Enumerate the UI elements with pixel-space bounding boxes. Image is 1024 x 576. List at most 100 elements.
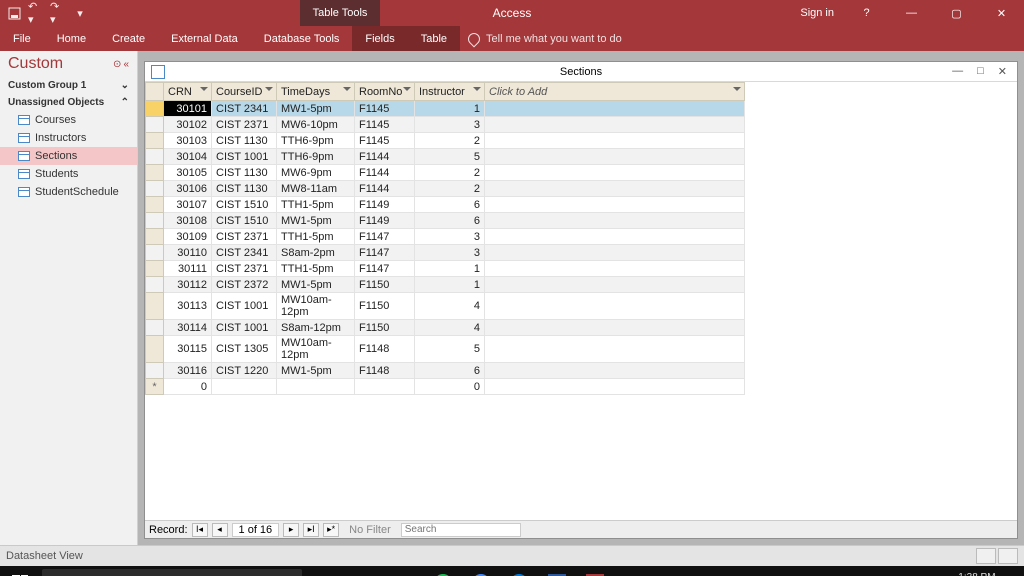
row-selector[interactable] (146, 181, 164, 197)
cell-crn[interactable]: 30101 (164, 101, 212, 117)
row-selector[interactable] (146, 213, 164, 229)
cell-cid[interactable]: CIST 2371 (212, 261, 277, 277)
next-record-button[interactable]: ▸ (283, 523, 299, 537)
dropdown-icon[interactable]: ⊙ (113, 59, 121, 70)
start-button[interactable] (0, 566, 40, 576)
cell-instructor[interactable]: 6 (415, 213, 485, 229)
nav-item-students[interactable]: Students (0, 165, 137, 183)
row-selector[interactable] (146, 117, 164, 133)
cell-instructor[interactable]: 6 (415, 197, 485, 213)
cell-room[interactable]: F1145 (355, 101, 415, 117)
save-icon[interactable] (6, 5, 22, 21)
cell-crn[interactable]: 30115 (164, 336, 212, 363)
table-row[interactable]: 30101CIST 2341MW1-5pmF11451 (146, 101, 745, 117)
ribbon-tab-database-tools[interactable]: Database Tools (251, 26, 353, 51)
row-selector[interactable] (146, 133, 164, 149)
taskbar-search[interactable]: Type here to search (42, 569, 302, 576)
cell-room[interactable]: F1149 (355, 213, 415, 229)
redo-icon[interactable]: ↷ ▾ (50, 5, 66, 21)
cell-empty[interactable] (485, 320, 745, 336)
cell-crn[interactable]: 30111 (164, 261, 212, 277)
access-icon[interactable]: A (576, 566, 614, 576)
cell-empty[interactable] (485, 261, 745, 277)
cell-crn[interactable]: 30108 (164, 213, 212, 229)
nav-item-instructors[interactable]: Instructors (0, 129, 137, 147)
cell-room[interactable]: F1147 (355, 261, 415, 277)
cell-cid[interactable]: CIST 2341 (212, 101, 277, 117)
cell-empty[interactable] (485, 165, 745, 181)
column-header-courseid[interactable]: CourseID (212, 83, 277, 101)
cell-td[interactable]: MW6-10pm (277, 117, 355, 133)
table-row[interactable]: 30102CIST 2371MW6-10pmF11453 (146, 117, 745, 133)
cell-room[interactable]: F1150 (355, 277, 415, 293)
select-all-cell[interactable] (146, 83, 164, 101)
table-row[interactable]: 30108CIST 1510MW1-5pmF11496 (146, 213, 745, 229)
table-row[interactable]: 30111CIST 2371TTH1-5pmF11471 (146, 261, 745, 277)
word-icon[interactable]: W (538, 566, 576, 576)
cell-cid[interactable]: CIST 1220 (212, 363, 277, 379)
nav-item-sections[interactable]: Sections (0, 147, 137, 165)
cell-instructor[interactable]: 3 (415, 117, 485, 133)
cell-empty[interactable] (485, 197, 745, 213)
cell-crn[interactable]: 0 (164, 379, 212, 395)
cell-empty[interactable] (485, 336, 745, 363)
cell-instructor[interactable]: 6 (415, 363, 485, 379)
cell-empty[interactable] (485, 101, 745, 117)
cell-crn[interactable]: 30103 (164, 133, 212, 149)
cell-room[interactable]: F1147 (355, 229, 415, 245)
row-selector[interactable] (146, 320, 164, 336)
cell-cid[interactable]: CIST 1001 (212, 320, 277, 336)
cell-crn[interactable]: 30109 (164, 229, 212, 245)
cell-instructor[interactable]: 2 (415, 181, 485, 197)
explorer-icon[interactable]: 📁 (386, 566, 424, 576)
column-header-crn[interactable]: CRN (164, 83, 212, 101)
cell-instructor[interactable]: 1 (415, 261, 485, 277)
cell-empty[interactable] (485, 213, 745, 229)
close-icon[interactable]: ✕ (979, 0, 1024, 26)
dropdown-icon[interactable] (403, 87, 411, 91)
cell-crn[interactable]: 30110 (164, 245, 212, 261)
dropdown-icon[interactable] (200, 87, 208, 91)
dropdown-icon[interactable] (473, 87, 481, 91)
cell-instructor[interactable]: 4 (415, 320, 485, 336)
nav-item-studentschedule[interactable]: StudentSchedule (0, 183, 137, 201)
row-selector[interactable] (146, 229, 164, 245)
cell-instructor[interactable]: 1 (415, 277, 485, 293)
cell-td[interactable]: TTH1-5pm (277, 261, 355, 277)
dropdown-icon[interactable] (343, 87, 351, 91)
cell-cid[interactable]: CIST 1510 (212, 213, 277, 229)
cell-room[interactable]: F1144 (355, 165, 415, 181)
minimize-icon[interactable]: — (889, 0, 934, 26)
table-row[interactable]: 30107CIST 1510TTH1-5pmF11496 (146, 197, 745, 213)
nav-group[interactable]: Custom Group 1⌄ (0, 77, 137, 94)
row-selector[interactable] (146, 165, 164, 181)
column-header-instructor[interactable]: Instructor (415, 83, 485, 101)
mic-icon[interactable]: 🎤 (310, 566, 348, 576)
row-selector[interactable] (146, 293, 164, 320)
cell-room[interactable]: F1148 (355, 336, 415, 363)
cell-crn[interactable]: 30114 (164, 320, 212, 336)
cell-empty[interactable] (485, 363, 745, 379)
cell-empty[interactable] (485, 149, 745, 165)
cell-td[interactable]: S8am-12pm (277, 320, 355, 336)
taskview-icon[interactable]: ⧉ (348, 566, 386, 576)
cell-crn[interactable]: 30112 (164, 277, 212, 293)
row-selector[interactable] (146, 149, 164, 165)
cell-td[interactable]: TTH1-5pm (277, 197, 355, 213)
nav-header[interactable]: Custom⊙« (0, 51, 137, 77)
table-row[interactable]: 30113CIST 1001MW10am-12pmF11504 (146, 293, 745, 320)
cell-cid[interactable]: CIST 1130 (212, 165, 277, 181)
cell-instructor[interactable]: 5 (415, 149, 485, 165)
cell-crn[interactable]: 30102 (164, 117, 212, 133)
table-row[interactable]: 30115CIST 1305MW10am-12pmF11485 (146, 336, 745, 363)
table-row[interactable]: 30110CIST 2341S8am-2pmF11473 (146, 245, 745, 261)
ribbon-tab-external-data[interactable]: External Data (158, 26, 251, 51)
row-selector[interactable] (146, 277, 164, 293)
cell-td[interactable]: TTH6-9pm (277, 149, 355, 165)
cell-cid[interactable]: CIST 2372 (212, 277, 277, 293)
cell-empty[interactable] (485, 293, 745, 320)
cell-empty[interactable] (485, 379, 745, 395)
cell-empty[interactable] (277, 379, 355, 395)
edge-icon[interactable] (500, 566, 538, 576)
cell-instructor[interactable]: 2 (415, 133, 485, 149)
